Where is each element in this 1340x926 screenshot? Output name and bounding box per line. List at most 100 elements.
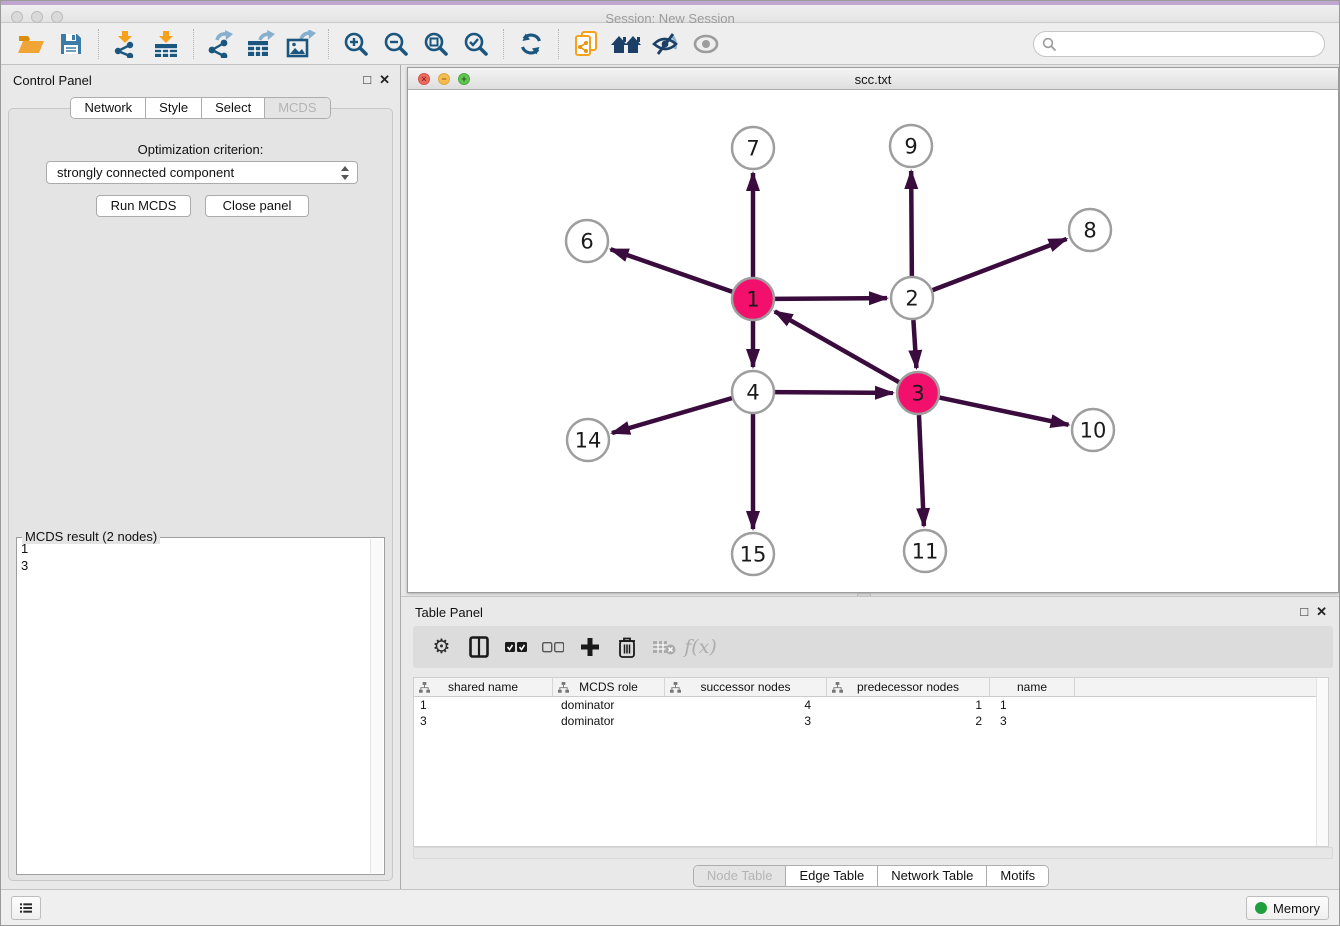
refresh-view-button[interactable] (511, 26, 551, 62)
select-all-columns-button[interactable] (497, 630, 534, 664)
show-graphics-button[interactable] (686, 26, 726, 62)
search-input[interactable] (1057, 37, 1316, 52)
graph-edge-3-10[interactable] (940, 398, 1069, 425)
node-label: 9 (904, 135, 917, 159)
tab-select[interactable]: Select (201, 98, 264, 118)
table-settings-button[interactable]: ⚙ (423, 630, 460, 664)
table-cell[interactable]: 1 (990, 697, 1075, 713)
hide-graphics-button[interactable] (646, 26, 686, 62)
tab-network-table[interactable]: Network Table (877, 866, 986, 886)
create-column-button[interactable] (571, 630, 608, 664)
save-session-button[interactable] (51, 26, 91, 62)
main-toolbar (1, 23, 1339, 65)
tab-edge-table[interactable]: Edge Table (785, 866, 877, 886)
tab-mcds[interactable]: MCDS (264, 98, 329, 118)
delete-table-icon (652, 639, 676, 655)
toolbar-separator (328, 29, 329, 59)
status-bar: Memory (1, 889, 1339, 925)
tab-motifs[interactable]: Motifs (986, 866, 1048, 886)
optimization-criterion-select[interactable]: strongly connected component (46, 161, 358, 184)
tab-style[interactable]: Style (145, 98, 201, 118)
node-label: 1 (746, 288, 759, 312)
import-table-button[interactable] (146, 26, 186, 62)
graph-node-14[interactable]: 14 (567, 419, 609, 461)
column-view-button[interactable] (460, 630, 497, 664)
zoom-in-button[interactable] (336, 26, 376, 62)
toolbar-separator (193, 29, 194, 59)
table-cell[interactable]: 1 (827, 697, 990, 713)
graph-node-11[interactable]: 11 (904, 530, 946, 572)
run-mcds-button[interactable]: Run MCDS (96, 195, 191, 217)
control-panel-title: Control Panel (13, 73, 92, 88)
clone-network-button[interactable] (566, 26, 606, 62)
graph-node-4[interactable]: 4 (732, 371, 774, 413)
column-header-successor-nodes[interactable]: successor nodes (665, 678, 827, 696)
mcds-result-list[interactable]: 1 3 (21, 540, 368, 872)
zoom-fit-button[interactable] (416, 26, 456, 62)
column-header-shared-name[interactable]: shared name (414, 678, 553, 696)
graph-node-9[interactable]: 9 (890, 125, 932, 167)
table-row[interactable]: 1dominator411 (414, 697, 1328, 713)
table-panel: Table Panel □ ✕ ⚙ (401, 596, 1340, 891)
open-session-button[interactable] (11, 26, 51, 62)
node-label: 8 (1083, 219, 1096, 243)
float-table-panel-icon[interactable]: □ (1300, 604, 1308, 620)
graph-edge-2-8[interactable] (933, 239, 1067, 290)
close-panel-button[interactable]: Close panel (205, 195, 309, 217)
zoom-selected-button[interactable] (456, 26, 496, 62)
tab-node-table[interactable]: Node Table (694, 866, 786, 886)
graph-edge-3-11[interactable] (919, 415, 924, 526)
close-panel-icon[interactable]: ✕ (379, 72, 390, 88)
table-cell[interactable]: dominator (553, 697, 665, 713)
delete-column-button[interactable] (608, 630, 645, 664)
memory-button[interactable]: Memory (1246, 896, 1329, 920)
graph-edge-2-9[interactable] (911, 171, 912, 276)
home-layout-button[interactable] (606, 26, 646, 62)
graph-edge-2-3[interactable] (913, 320, 916, 368)
search-box[interactable] (1033, 31, 1325, 57)
unchecked-boxes-icon (542, 642, 564, 653)
table-cell[interactable]: 4 (665, 697, 827, 713)
close-table-panel-icon[interactable]: ✕ (1316, 604, 1327, 620)
network-window-titlebar[interactable]: × − + scc.txt (408, 68, 1338, 90)
export-image-button[interactable] (281, 26, 321, 62)
export-table-button[interactable] (241, 26, 281, 62)
table-row[interactable]: 3dominator323 (414, 713, 1328, 729)
graph-edge-4-3[interactable] (775, 392, 893, 393)
graph-node-6[interactable]: 6 (566, 220, 608, 262)
table-cell[interactable]: 1 (414, 697, 553, 713)
unselect-all-columns-button[interactable] (534, 630, 571, 664)
graph-node-3[interactable]: 3 (897, 372, 939, 414)
table-cell[interactable]: 3 (990, 713, 1075, 729)
graph-node-8[interactable]: 8 (1069, 209, 1111, 251)
table-cell[interactable]: 3 (665, 713, 827, 729)
export-image-icon (286, 30, 316, 58)
graph-node-10[interactable]: 10 (1072, 409, 1114, 451)
graph-edge-1-6[interactable] (611, 249, 733, 291)
float-panel-icon[interactable]: □ (363, 72, 371, 88)
graph-edge-4-14[interactable] (612, 398, 732, 433)
network-graph[interactable]: 7 9 6 8 1 2 4 3 14 10 15 11 (408, 90, 1338, 593)
selected-option: strongly connected component (57, 165, 234, 180)
table-cell[interactable]: 3 (414, 713, 553, 729)
column-header-predecessor-nodes[interactable]: predecessor nodes (827, 678, 990, 696)
table-scrollbar[interactable] (1316, 678, 1328, 846)
graph-node-1[interactable]: 1 (732, 278, 774, 320)
result-scrollbar[interactable] (370, 539, 383, 873)
task-history-button[interactable] (11, 896, 41, 920)
graph-edge-3-1[interactable] (775, 311, 899, 382)
import-network-button[interactable] (106, 26, 146, 62)
network-canvas[interactable]: 7 9 6 8 1 2 4 3 14 10 15 11 (408, 90, 1338, 592)
graph-edge-1-2[interactable] (775, 298, 887, 299)
table-cell[interactable]: dominator (553, 713, 665, 729)
graph-node-7[interactable]: 7 (732, 127, 774, 169)
table-cell[interactable]: 2 (827, 713, 990, 729)
tab-network[interactable]: Network (71, 98, 145, 118)
export-network-button[interactable] (201, 26, 241, 62)
zoom-out-button[interactable] (376, 26, 416, 62)
column-header-MCDS-role[interactable]: MCDS role (553, 678, 665, 696)
table-hscroll[interactable] (413, 847, 1333, 859)
column-header-name[interactable]: name (990, 678, 1075, 696)
graph-node-15[interactable]: 15 (732, 533, 774, 575)
graph-node-2[interactable]: 2 (891, 277, 933, 319)
